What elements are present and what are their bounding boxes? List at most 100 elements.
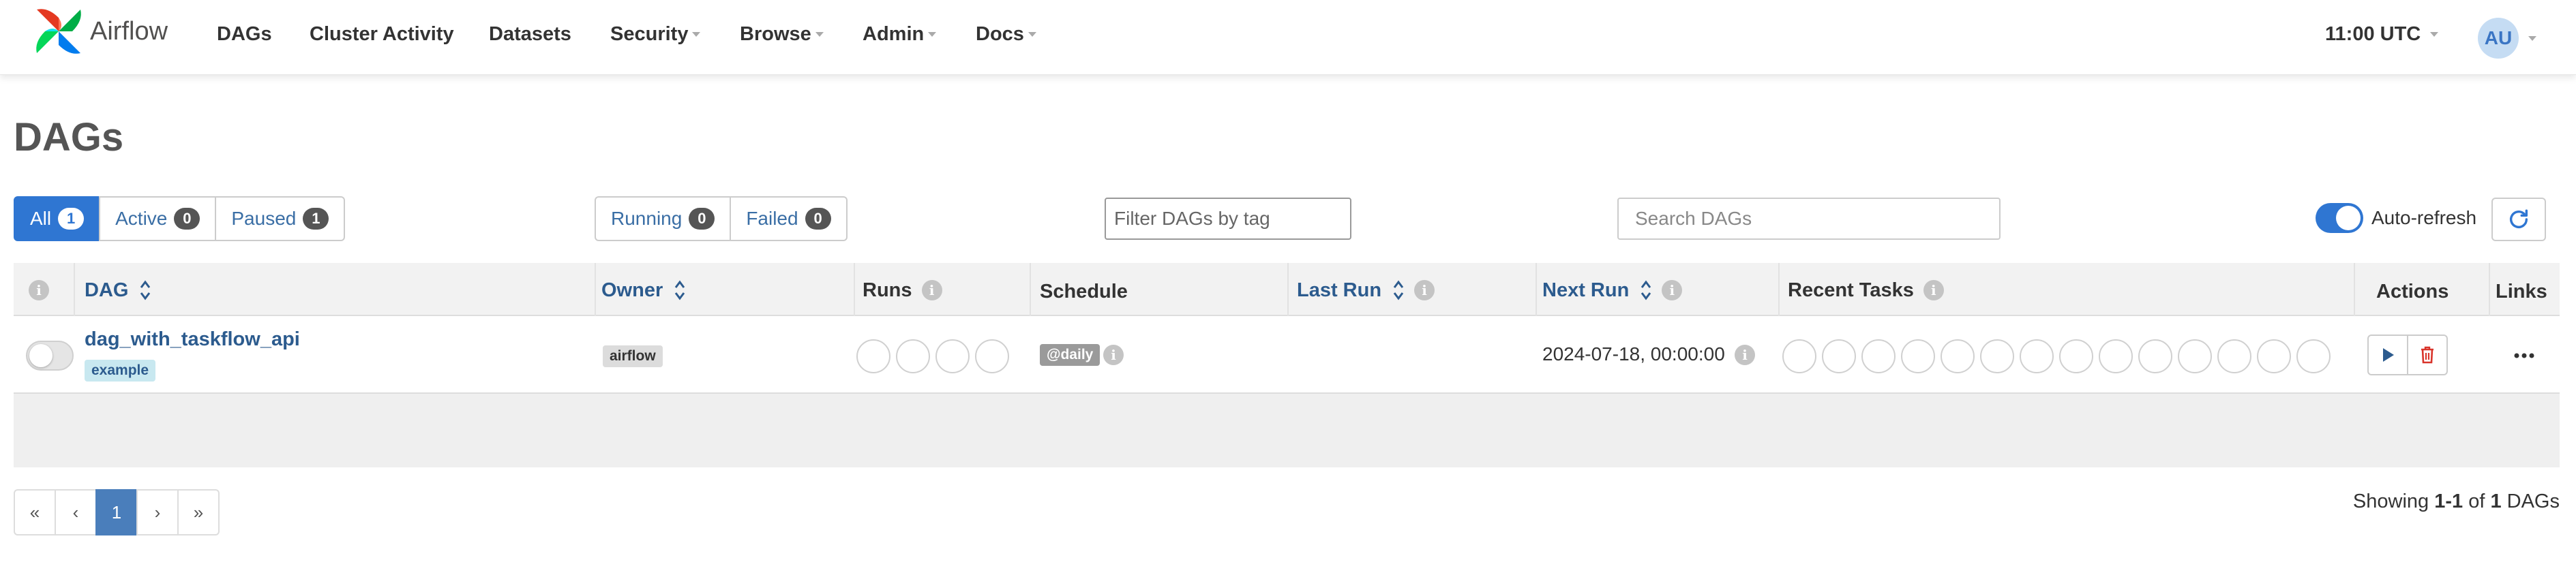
prev-page-button[interactable]: ‹ — [55, 489, 97, 535]
chevron-down-icon — [928, 31, 937, 37]
first-page-button[interactable]: « — [14, 489, 56, 535]
header-next-run[interactable]: Next Run i — [1542, 277, 1683, 304]
user-menu[interactable]: AU — [2478, 18, 2536, 59]
auto-refresh-toggle[interactable] — [2316, 203, 2363, 233]
filter-failed-button[interactable]: Failed 0 — [730, 196, 848, 241]
count-badge: 1 — [58, 208, 85, 230]
task-status-circle[interactable] — [2296, 339, 2331, 373]
sort-icon — [1393, 280, 1404, 300]
task-status-circle[interactable] — [1980, 339, 2014, 373]
task-status-circle[interactable] — [1941, 339, 1975, 373]
task-status-circle[interactable] — [2138, 339, 2172, 373]
filter-active-button[interactable]: Active 0 — [99, 196, 217, 241]
clock-dropdown[interactable]: 11:00 UTC — [2325, 20, 2439, 48]
results-summary: Showing 1-1 of 1 DAGs — [2352, 491, 2560, 512]
task-status-circle[interactable] — [1822, 339, 1856, 373]
task-status-circle[interactable] — [2178, 339, 2212, 373]
trash-icon — [2421, 346, 2433, 364]
column-divider — [595, 263, 596, 316]
info-icon[interactable]: i — [1103, 345, 1124, 365]
table-empty-area — [14, 394, 2560, 467]
info-icon: i — [29, 280, 49, 300]
header-schedule: Schedule — [1040, 280, 1128, 302]
chevron-down-icon — [2430, 31, 2439, 37]
nav-dags[interactable]: DAGs — [217, 20, 272, 48]
pagination: « ‹ 1 › » — [14, 489, 220, 535]
schedule-badge[interactable]: @daily — [1040, 344, 1100, 366]
status-filter-group: All 1 Active 0 Paused 1 — [14, 196, 346, 241]
count-badge: 0 — [689, 208, 715, 230]
last-page-button[interactable]: » — [177, 489, 220, 535]
search-input[interactable]: Search DAGs — [1617, 198, 2001, 240]
header-runs: Runs i — [863, 277, 942, 304]
info-icon[interactable]: i — [1923, 280, 1944, 300]
links-menu-button[interactable] — [2509, 342, 2539, 369]
count-badge: 1 — [303, 208, 329, 230]
top-navbar: Airflow DAGs Cluster Activity Datasets S… — [0, 0, 2576, 75]
header-last-run[interactable]: Last Run i — [1297, 277, 1435, 304]
nav-docs[interactable]: Docs — [976, 20, 1036, 48]
table-header: i DAG Owner Runs i Schedule Last Run i N — [14, 263, 2560, 316]
task-status-circle[interactable] — [1782, 339, 1816, 373]
filter-paused-button[interactable]: Paused 1 — [215, 196, 346, 241]
next-run-value: 2024-07-18, 00:00:00 — [1542, 343, 1725, 364]
run-state-filter-group: Running 0 Failed 0 — [595, 196, 848, 241]
dag-pause-toggle[interactable] — [26, 341, 74, 371]
count-badge: 0 — [174, 208, 200, 230]
column-divider — [2354, 263, 2355, 316]
header-dag[interactable]: DAG — [85, 277, 151, 304]
task-status-circle[interactable] — [2020, 339, 2054, 373]
brand-name: Airflow — [90, 16, 168, 46]
current-page-button[interactable]: 1 — [95, 489, 138, 535]
column-divider — [74, 263, 75, 316]
tag-filter-input[interactable]: Filter DAGs by tag — [1105, 198, 1351, 240]
dag-tag[interactable]: example — [85, 360, 156, 382]
sort-icon — [140, 280, 151, 300]
header-links: Links — [2496, 280, 2547, 302]
task-status-circle[interactable] — [2217, 339, 2251, 373]
select-all-info[interactable]: i — [29, 277, 49, 304]
count-badge: 0 — [805, 208, 831, 230]
brand[interactable]: Airflow — [33, 5, 168, 57]
filter-running-button[interactable]: Running 0 — [595, 196, 732, 241]
column-divider — [854, 263, 855, 316]
task-status-circle[interactable] — [2099, 339, 2133, 373]
column-divider — [1030, 263, 1031, 316]
filter-all-button[interactable]: All 1 — [14, 196, 101, 241]
next-page-button[interactable]: › — [136, 489, 179, 535]
trigger-dag-button[interactable] — [2367, 335, 2408, 375]
task-status-circle[interactable] — [2059, 339, 2093, 373]
column-divider — [2489, 263, 2490, 316]
dag-id-link[interactable]: dag_with_taskflow_api — [85, 328, 300, 351]
task-status-circle[interactable] — [1901, 339, 1935, 373]
chevron-down-icon — [692, 31, 701, 37]
run-status-circle[interactable] — [935, 339, 970, 373]
task-status-circle[interactable] — [2257, 339, 2291, 373]
chevron-down-icon — [2528, 35, 2536, 41]
chevron-down-icon — [1028, 31, 1036, 37]
sort-icon — [675, 280, 685, 300]
run-status-circle[interactable] — [975, 339, 1009, 373]
info-icon[interactable]: i — [1414, 280, 1435, 300]
info-icon[interactable]: i — [921, 280, 942, 300]
header-owner[interactable]: Owner — [601, 277, 686, 304]
nav-browse[interactable]: Browse — [740, 20, 824, 48]
nav-cluster-activity[interactable]: Cluster Activity — [310, 20, 454, 48]
chevron-down-icon — [815, 31, 824, 37]
more-horizontal-icon — [2514, 353, 2534, 358]
task-status-circle[interactable] — [1861, 339, 1896, 373]
nav-datasets[interactable]: Datasets — [489, 20, 571, 48]
airflow-logo-icon — [36, 9, 81, 54]
auto-refresh-label: Auto-refresh — [2371, 207, 2477, 228]
info-icon[interactable]: i — [1735, 345, 1755, 365]
run-status-circle[interactable] — [856, 339, 890, 373]
info-icon[interactable]: i — [1662, 280, 1683, 300]
column-divider — [1287, 263, 1289, 316]
run-status-circle[interactable] — [896, 339, 930, 373]
clock-time: 11:00 UTC — [2325, 22, 2421, 45]
nav-admin[interactable]: Admin — [863, 20, 937, 48]
nav-security[interactable]: Security — [610, 20, 701, 48]
owner-badge[interactable]: airflow — [603, 345, 663, 367]
refresh-button[interactable] — [2491, 198, 2546, 241]
delete-dag-button[interactable] — [2407, 335, 2448, 375]
